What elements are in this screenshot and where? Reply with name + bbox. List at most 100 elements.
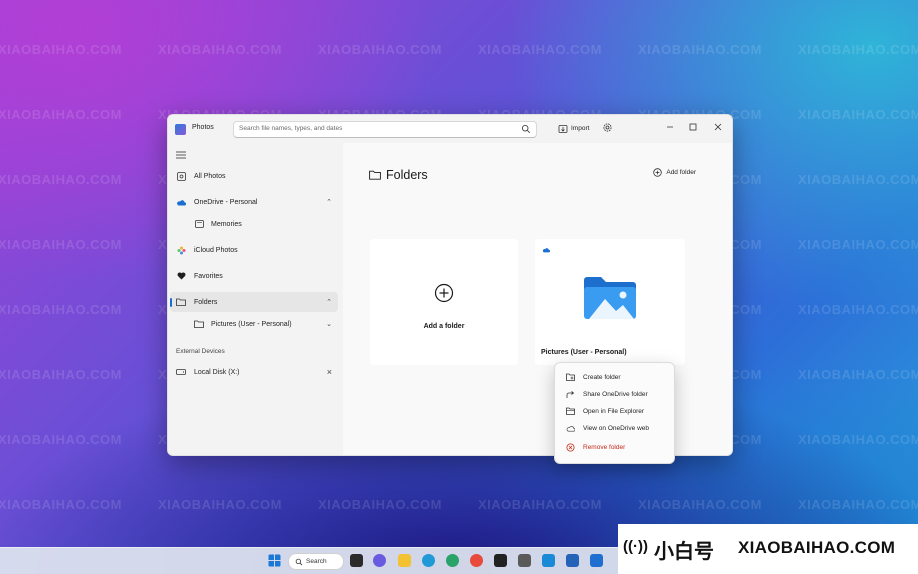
sidebar-item-label: Memories [211,220,242,228]
pictures-folder-card[interactable]: Pictures (User - Personal) [535,239,685,365]
site-branding: ((·)) 小白号 XIAOBAIHAO.COM [618,524,918,574]
import-icon [558,124,568,133]
chat-icon[interactable] [373,554,386,567]
minimize-icon[interactable] [664,121,676,133]
import-label: Import [571,125,590,132]
menu-item-view-onedrive-web[interactable]: View on OneDrive web [560,420,669,436]
pictures-card-label: Pictures (User - Personal) [541,349,627,356]
cloud-icon [566,424,575,433]
watermark-text: XIAOBAIHAO.COM [638,497,762,512]
sidebar-item-label: All Photos [194,172,226,180]
menu-item-remove-folder[interactable]: Remove folder [560,439,669,455]
sidebar-item-label: OneDrive - Personal [194,198,258,206]
watermark-text: XIAOBAIHAO.COM [478,497,602,512]
watermark-text: XIAOBAIHAO.COM [638,42,762,57]
folder-icon [194,319,204,329]
drive-icon [176,367,186,377]
plus-circle-icon [434,283,454,303]
menu-item-share-onedrive[interactable]: Share OneDrive folder [560,386,669,402]
watermark-text: XIAOBAIHAO.COM [798,497,918,512]
watermark-text: XIAOBAIHAO.COM [0,172,122,187]
snipping-tool-icon[interactable] [518,554,531,567]
watermark-text: XIAOBAIHAO.COM [158,497,282,512]
sidebar: All Photos OneDrive - Personal ⌃ Memorie… [168,143,342,455]
remove-icon [566,443,575,452]
menu-item-label: Share OneDrive folder [583,390,648,398]
menu-item-label: Remove folder [583,443,626,451]
chevron-up-icon[interactable]: ⌃ [326,298,332,306]
sidebar-item-label: Pictures (User - Personal) [211,320,292,328]
page-title-text: Folders [386,168,428,182]
sidebar-item-onedrive[interactable]: OneDrive - Personal ⌃ [170,192,338,212]
edge-dev-icon[interactable] [446,554,459,567]
sidebar-item-label: Favorites [194,272,223,280]
sidebar-item-all-photos[interactable]: All Photos [170,166,338,186]
search-placeholder: Search file names, types, and dates [239,125,343,132]
watermark-text: XIAOBAIHAO.COM [798,107,918,122]
sidebar-item-folders[interactable]: Folders ⌃ [170,292,338,312]
chrome-icon[interactable] [470,554,483,567]
chevron-down-icon[interactable]: ⌄ [326,320,332,328]
page-title: Folders [369,168,428,182]
watermark-text: XIAOBAIHAO.COM [0,497,122,512]
memories-icon [194,219,204,229]
pictures-folder-icon [584,277,636,319]
import-button[interactable]: Import [554,121,593,136]
file-explorer-icon[interactable] [398,554,411,567]
close-icon[interactable] [712,121,724,133]
hamburger-menu-icon[interactable] [176,151,186,159]
onedrive-cloud-icon [542,248,550,253]
taskbar-search[interactable]: Search [288,553,344,570]
menu-item-open-explorer[interactable]: Open in File Explorer [560,403,669,419]
maximize-icon[interactable] [687,121,699,133]
plus-circle-icon [653,168,663,177]
menu-item-label: View on OneDrive web [583,424,649,432]
sidebar-item-pictures[interactable]: Pictures (User - Personal) ⌄ [170,314,338,334]
gear-icon[interactable] [602,122,613,133]
watermark-text: XIAOBAIHAO.COM [798,302,918,317]
folder-open-icon [566,407,575,416]
menu-item-create-folder[interactable]: Create folder [560,369,669,385]
watermark-text: XIAOBAIHAO.COM [0,42,122,57]
heart-icon [176,271,186,281]
edge-icon[interactable] [422,554,435,567]
taskbar-search-label: Search [306,558,327,565]
windows-start-icon[interactable] [268,554,281,567]
task-view-icon[interactable] [350,554,363,567]
sidebar-item-local-disk[interactable]: Local Disk (X:) × [170,362,338,382]
folder-add-icon [566,373,575,382]
sidebar-item-label: iCloud Photos [194,246,238,254]
watermark-text: XIAOBAIHAO.COM [798,42,918,57]
watermark-text: XIAOBAIHAO.COM [318,497,442,512]
onedrive-cloud-icon [176,197,186,207]
photos-taskbar-icon[interactable] [590,554,603,567]
search-input[interactable]: Search file names, types, and dates [233,121,537,138]
search-icon [295,558,303,565]
store-icon[interactable] [566,554,579,567]
selection-indicator [170,298,172,307]
eject-close-icon[interactable]: × [327,367,332,377]
sidebar-item-memories[interactable]: Memories [170,214,338,234]
watermark-text: XIAOBAIHAO.COM [0,367,122,382]
watermark-text: XIAOBAIHAO.COM [0,237,122,252]
sidebar-item-icloud[interactable]: iCloud Photos [170,240,338,260]
section-header-external: External Devices [176,348,225,355]
search-icon[interactable] [521,124,531,134]
watermark-text: XIAOBAIHAO.COM [158,42,282,57]
sidebar-item-label: Folders [194,298,218,306]
context-menu: Create folder Share OneDrive folder Open… [554,362,675,464]
brand-en: XIAOBAIHAO.COM [738,538,896,557]
notepad-icon[interactable] [542,554,555,567]
add-folder-button[interactable]: Add folder [653,168,696,177]
title-bar: Photos Search file names, types, and dat… [168,115,732,143]
watermark-text: XIAOBAIHAO.COM [0,107,122,122]
sidebar-item-favorites[interactable]: Favorites [170,266,338,286]
add-folder-card[interactable]: Add a folder [370,239,518,365]
watermark-text: XIAOBAIHAO.COM [0,302,122,317]
chevron-up-icon[interactable]: ⌃ [326,198,332,206]
sidebar-item-label: Local Disk (X:) [194,368,240,376]
add-folder-label: Add folder [666,169,696,176]
terminal-icon[interactable] [494,554,507,567]
watermark-text: XIAOBAIHAO.COM [798,367,918,382]
photos-app-icon [175,124,186,135]
